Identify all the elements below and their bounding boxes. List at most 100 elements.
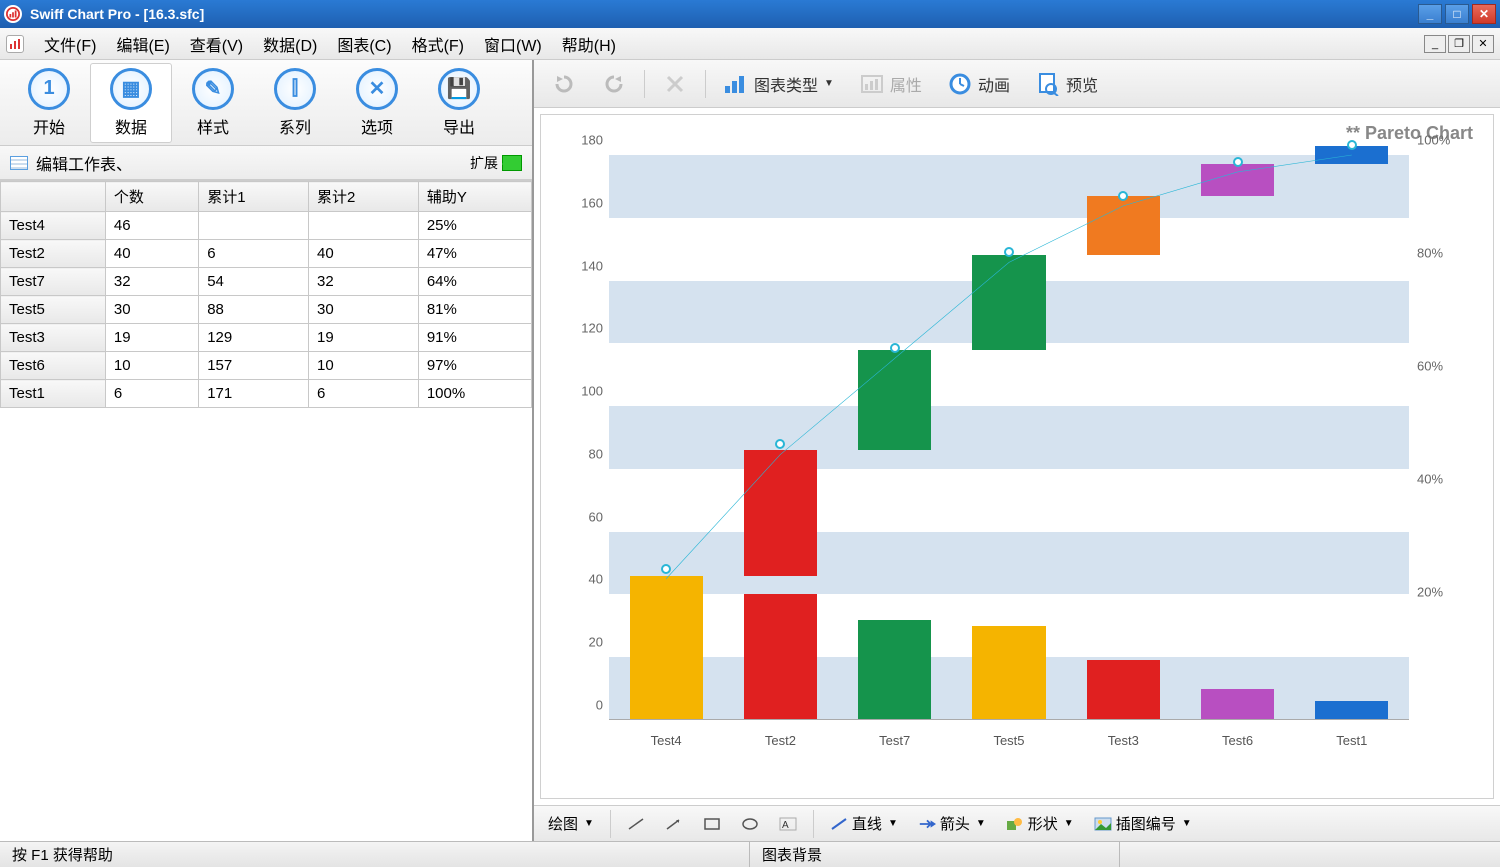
ellipse-tool[interactable] (737, 815, 763, 833)
shape-menu[interactable]: 形状▼ (1002, 811, 1078, 836)
line-marker[interactable] (1118, 191, 1128, 201)
line-marker[interactable] (661, 564, 671, 574)
table-row[interactable]: Test161716100% (1, 380, 532, 408)
text-tool[interactable]: A (775, 815, 801, 833)
step-系列[interactable]: ⫿系列 (254, 63, 336, 143)
mdi-close-button[interactable]: ✕ (1472, 35, 1494, 53)
table-cell[interactable]: 46 (105, 212, 198, 240)
table-cell[interactable]: 19 (309, 324, 419, 352)
expand-icon[interactable] (502, 155, 522, 171)
table-header[interactable]: 累计1 (199, 182, 309, 212)
table-cell[interactable]: Test1 (1, 380, 106, 408)
maximize-button[interactable]: □ (1445, 4, 1469, 24)
menu-edit[interactable]: 编辑(E) (106, 28, 179, 60)
line-marker[interactable] (1233, 157, 1243, 167)
table-header[interactable]: 个数 (105, 182, 198, 212)
table-row[interactable]: Test6101571097% (1, 352, 532, 380)
clipart-menu[interactable]: 插图编号▼ (1090, 811, 1196, 836)
table-cell[interactable]: 30 (309, 296, 419, 324)
step-开始[interactable]: 1开始 (8, 63, 90, 143)
delete-button[interactable] (655, 68, 695, 100)
table-header[interactable]: 辅助Y (418, 182, 531, 212)
table-cell[interactable]: Test3 (1, 324, 106, 352)
line-marker[interactable] (890, 343, 900, 353)
table-cell[interactable]: Test6 (1, 352, 106, 380)
menu-data[interactable]: 数据(D) (253, 28, 327, 60)
table-cell[interactable]: 81% (418, 296, 531, 324)
line-marker[interactable] (775, 439, 785, 449)
menu-chart[interactable]: 图表(C) (327, 28, 401, 60)
step-样式[interactable]: ✎样式 (172, 63, 254, 143)
table-cell[interactable]: 171 (199, 380, 309, 408)
table-cell[interactable]: 40 (309, 240, 419, 268)
line-marker[interactable] (1347, 140, 1357, 150)
line-tool[interactable] (623, 815, 649, 833)
menu-view[interactable]: 查看(V) (180, 28, 253, 60)
table-cell[interactable]: 129 (199, 324, 309, 352)
menu-file[interactable]: 文件(F) (34, 28, 106, 60)
table-cell[interactable]: 6 (105, 380, 198, 408)
table-row[interactable]: Test446 25% (1, 212, 532, 240)
table-cell[interactable]: 91% (418, 324, 531, 352)
properties-button[interactable]: 属性 (852, 68, 930, 100)
menu-format[interactable]: 格式(F) (402, 28, 474, 60)
table-cell[interactable]: Test4 (1, 212, 106, 240)
table-row[interactable]: Test530883081% (1, 296, 532, 324)
table-cell[interactable]: 6 (309, 380, 419, 408)
worksheet-title[interactable]: 编辑工作表、 (36, 151, 132, 175)
table-cell[interactable] (309, 212, 419, 240)
y-axis-tick: 100 (569, 384, 603, 399)
table-cell[interactable]: 10 (105, 352, 198, 380)
table-cell[interactable]: Test5 (1, 296, 106, 324)
expand-label[interactable]: 扩展 (470, 153, 498, 173)
mdi-restore-button[interactable]: ❐ (1448, 35, 1470, 53)
mdi-minimize-button[interactable]: _ (1424, 35, 1446, 53)
y-axis-tick: 60 (569, 509, 603, 524)
table-cell[interactable]: Test2 (1, 240, 106, 268)
chart-type-button[interactable]: 图表类型 ▼ (716, 68, 842, 100)
chart-canvas[interactable]: ** Pareto Chart 020406080100120140160180… (534, 108, 1500, 805)
table-cell[interactable]: 47% (418, 240, 531, 268)
table-cell[interactable]: 30 (105, 296, 198, 324)
table-cell[interactable]: 6 (199, 240, 309, 268)
table-cell[interactable]: 10 (309, 352, 419, 380)
table-cell[interactable]: 157 (199, 352, 309, 380)
table-header[interactable]: 累计2 (309, 182, 419, 212)
menu-help[interactable]: 帮助(H) (552, 28, 626, 60)
redo-button[interactable] (594, 68, 634, 100)
table-cell[interactable]: 54 (199, 268, 309, 296)
close-button[interactable]: ✕ (1472, 4, 1496, 24)
minimize-button[interactable]: _ (1418, 4, 1442, 24)
table-cell[interactable]: 40 (105, 240, 198, 268)
undo-button[interactable] (544, 68, 584, 100)
straight-line-menu[interactable]: 直线▼ (826, 811, 902, 836)
table-row[interactable]: Test3191291991% (1, 324, 532, 352)
line-marker[interactable] (1004, 247, 1014, 257)
table-cell[interactable]: 64% (418, 268, 531, 296)
arrow-menu[interactable]: 箭头▼ (914, 811, 990, 836)
step-选项[interactable]: ✕选项 (336, 63, 418, 143)
table-cell[interactable] (199, 212, 309, 240)
table-cell[interactable]: 32 (105, 268, 198, 296)
preview-button[interactable]: 预览 (1028, 68, 1106, 100)
clock-icon (948, 72, 972, 96)
table-cell[interactable]: 32 (309, 268, 419, 296)
step-导出[interactable]: 💾导出 (418, 63, 500, 143)
menu-window[interactable]: 窗口(W) (474, 28, 552, 60)
arrow-tool[interactable] (661, 815, 687, 833)
step-数据[interactable]: ▦数据 (90, 63, 172, 143)
animation-button[interactable]: 动画 (940, 68, 1018, 100)
table-cell[interactable]: 97% (418, 352, 531, 380)
table-row[interactable]: Test24064047% (1, 240, 532, 268)
table-row[interactable]: Test732543264% (1, 268, 532, 296)
data-table[interactable]: 个数累计1累计2辅助Y Test44625%Test24064047%Test7… (0, 181, 532, 408)
draw-menu-button[interactable]: 绘图▼ (544, 811, 598, 836)
rect-tool[interactable] (699, 815, 725, 833)
table-cell[interactable]: 100% (418, 380, 531, 408)
svg-text:A: A (782, 820, 789, 831)
table-cell[interactable]: 25% (418, 212, 531, 240)
table-header[interactable] (1, 182, 106, 212)
table-cell[interactable]: 88 (199, 296, 309, 324)
table-cell[interactable]: Test7 (1, 268, 106, 296)
table-cell[interactable]: 19 (105, 324, 198, 352)
